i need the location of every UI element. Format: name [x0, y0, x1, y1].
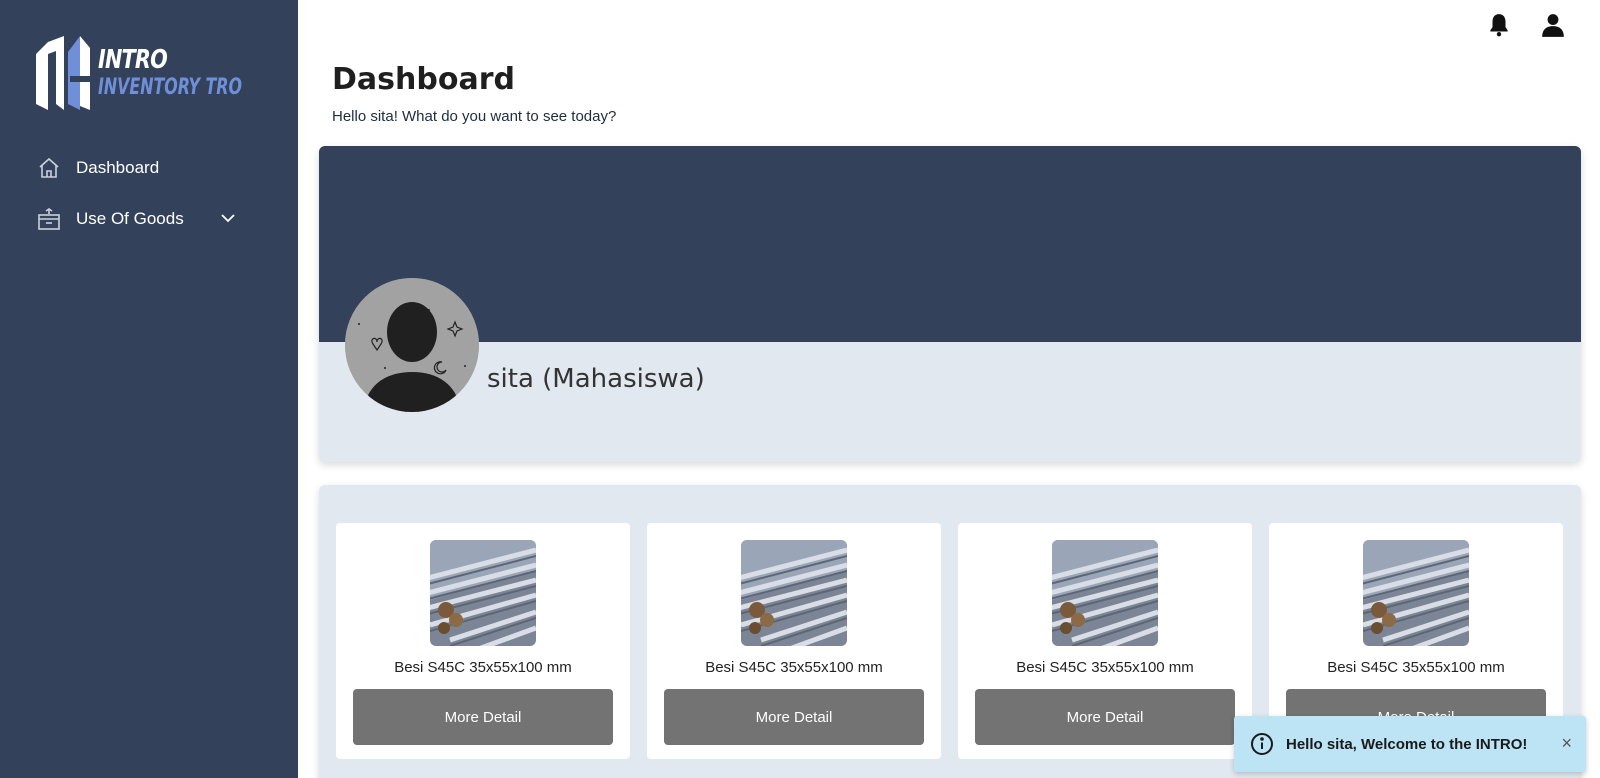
home-icon	[36, 155, 62, 181]
goods-name: Besi S45C 35x55x100 mm	[705, 659, 883, 676]
more-detail-button[interactable]: More Detail	[664, 689, 924, 745]
sidebar-item-label: Use Of Goods	[76, 209, 184, 228]
avatar	[345, 278, 479, 412]
brand-title: INTRO	[98, 45, 168, 75]
more-detail-button[interactable]: More Detail	[353, 689, 613, 745]
sidebar-item-label: Dashboard	[76, 158, 160, 177]
close-icon[interactable]: ×	[1561, 733, 1572, 753]
chevron-down-icon[interactable]	[218, 208, 238, 228]
person-silhouette-icon	[345, 278, 479, 412]
box-icon	[36, 206, 62, 232]
brand-subtitle: INVENTORY TRO	[98, 75, 242, 100]
sidebar: INTRO INVENTORY TRO Dashboard Use Of Goo…	[0, 0, 298, 778]
page-title: Dashboard	[332, 62, 515, 97]
profile-card: sita (Mahasiswa)	[319, 146, 1581, 462]
info-icon	[1251, 733, 1273, 755]
profile-banner	[319, 146, 1581, 342]
brand-logo[interactable]: INTRO INVENTORY TRO	[34, 34, 242, 112]
sidebar-item-use-of-goods[interactable]: Use Of Goods	[36, 204, 236, 234]
page-subtitle: Hello sita! What do you want to see toda…	[332, 108, 617, 125]
goods-card: Besi S45C 35x55x100 mm More Detail	[336, 523, 630, 759]
bell-icon[interactable]	[1486, 12, 1512, 38]
goods-image	[741, 540, 847, 646]
user-icon[interactable]	[1540, 12, 1566, 38]
app-window: INTRO INVENTORY TRO Dashboard Use Of Goo…	[0, 0, 1600, 778]
goods-image	[1052, 540, 1158, 646]
logo-mark-icon	[36, 36, 90, 110]
goods-card: Besi S45C 35x55x100 mm More Detail	[958, 523, 1252, 759]
goods-name: Besi S45C 35x55x100 mm	[1016, 659, 1194, 676]
profile-name: sita (Mahasiswa)	[487, 364, 705, 394]
goods-image	[430, 540, 536, 646]
goods-name: Besi S45C 35x55x100 mm	[1327, 659, 1505, 676]
sidebar-item-dashboard[interactable]: Dashboard	[36, 153, 159, 183]
welcome-toast: Hello sita, Welcome to the INTRO! ×	[1234, 716, 1586, 772]
more-detail-button[interactable]: More Detail	[975, 689, 1235, 745]
goods-image	[1363, 540, 1469, 646]
goods-name: Besi S45C 35x55x100 mm	[394, 659, 572, 676]
goods-card: Besi S45C 35x55x100 mm More Detail	[647, 523, 941, 759]
toast-message: Hello sita, Welcome to the INTRO!	[1286, 735, 1528, 753]
